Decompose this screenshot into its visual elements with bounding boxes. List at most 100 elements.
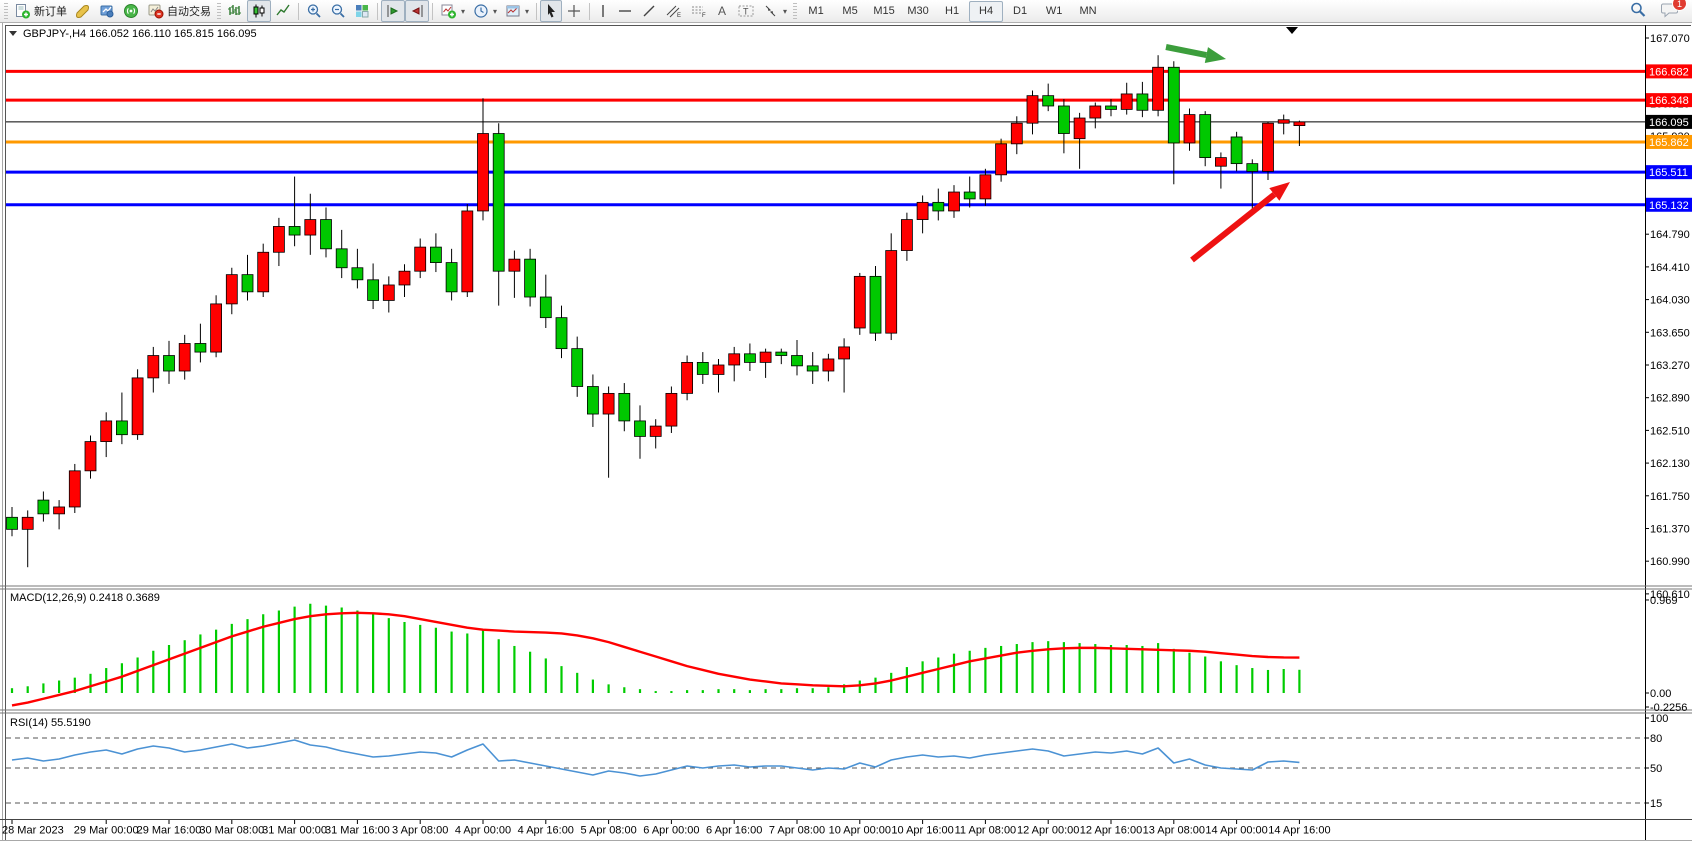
time-tick-label: 3 Apr 08:00 <box>392 825 448 837</box>
text-tool-button[interactable]: A <box>711 0 733 22</box>
price-tick-label: 162.510 <box>1650 425 1690 437</box>
candle-body <box>164 356 175 371</box>
vertical-line-tool-button[interactable] <box>593 0 613 22</box>
crosshair-tool-button[interactable] <box>562 0 586 22</box>
candle-body <box>1247 164 1258 172</box>
candle-body <box>949 192 960 211</box>
time-tick-label: 14 Apr 00:00 <box>1205 825 1267 837</box>
svg-text:A: A <box>718 4 726 18</box>
market-watch-button[interactable] <box>71 0 95 22</box>
time-tick-label: 29 Mar 00:00 <box>74 825 139 837</box>
signal-icon <box>123 3 139 19</box>
timeframe-button-m5[interactable]: M5 <box>833 1 867 22</box>
chart-shift-button[interactable] <box>405 0 429 22</box>
price-tick-label: 162.130 <box>1650 458 1690 470</box>
candle <box>682 356 693 401</box>
templates-button[interactable]: ▾ <box>501 0 533 22</box>
candle-body <box>572 349 583 387</box>
new-order-button[interactable]: 新订单 <box>10 0 71 22</box>
signals-button[interactable] <box>119 0 143 22</box>
equidistant-channel-tool-button[interactable]: E <box>661 0 686 22</box>
horizontal-line-tool-button[interactable] <box>613 0 637 22</box>
timeframe-button-m1[interactable]: M1 <box>799 1 833 22</box>
candle-body <box>823 359 834 371</box>
candle-body <box>383 285 394 300</box>
timeframe-button-m15[interactable]: M15 <box>867 1 901 22</box>
arrows-tool-button[interactable]: ▾ <box>759 0 791 22</box>
candlestick-icon <box>251 3 267 19</box>
timeframe-toolbar: M1M5M15M30H1H4D1W1MN <box>799 1 1105 22</box>
rsi-axis-label: 100 <box>1650 713 1668 725</box>
candle-body <box>1184 115 1195 143</box>
line-chart-icon <box>275 3 291 19</box>
chevron-down-icon: ▾ <box>461 7 465 16</box>
indicators-button[interactable]: ▾ <box>436 0 469 22</box>
time-tick-label: 31 Mar 16:00 <box>325 825 390 837</box>
data-window-button[interactable] <box>95 0 119 22</box>
price-tick-label: 163.650 <box>1650 327 1690 339</box>
time-tick-label: 6 Apr 00:00 <box>643 825 699 837</box>
price-tick-label: 161.370 <box>1650 523 1690 535</box>
candle-body <box>116 421 127 435</box>
toolbar-drag-handle[interactable] <box>4 3 8 19</box>
macd-label: MACD(12,26,9) 0.2418 0.3689 <box>10 592 160 604</box>
timeframe-button-m30[interactable]: M30 <box>901 1 935 22</box>
price-tick-label: 161.750 <box>1650 491 1690 503</box>
timeframe-button-d1[interactable]: D1 <box>1003 1 1037 22</box>
tile-windows-button[interactable] <box>350 0 374 22</box>
candle-body <box>69 471 80 507</box>
svg-text:F: F <box>702 13 706 19</box>
chart-shift-icon <box>409 3 425 19</box>
chart-canvas: 167.070166.690166.310165.930165.550165.1… <box>0 23 1692 847</box>
notifications-button[interactable]: 1 <box>1661 1 1680 21</box>
candlestick-mode-button[interactable] <box>247 0 271 22</box>
toolbar-drag-handle[interactable] <box>217 3 221 19</box>
zoom-in-button[interactable] <box>302 0 326 22</box>
candle <box>132 369 143 440</box>
periods-button[interactable]: ▾ <box>469 0 501 22</box>
chart-window: 167.070166.690166.310165.930165.550165.1… <box>0 23 1692 847</box>
bar-chart-mode-button[interactable] <box>223 0 247 22</box>
trendline-icon <box>641 3 657 19</box>
candle <box>69 464 80 513</box>
timeframe-button-h4[interactable]: H4 <box>969 1 1003 22</box>
candle-body <box>1168 67 1179 143</box>
price-tick-label: 167.070 <box>1650 33 1690 45</box>
price-hline-label: 166.682 <box>1649 66 1689 78</box>
time-tick-label: 4 Apr 00:00 <box>455 825 511 837</box>
line-chart-mode-button[interactable] <box>271 0 295 22</box>
candle-body <box>729 354 740 365</box>
auto-trading-button[interactable]: 自动交易 <box>143 0 215 22</box>
search-icon[interactable] <box>1629 1 1647 22</box>
time-tick-label: 12 Apr 16:00 <box>1080 825 1142 837</box>
time-tick-label: 10 Apr 16:00 <box>891 825 953 837</box>
zoom-out-button[interactable] <box>326 0 350 22</box>
candle-body <box>901 220 912 251</box>
notification-badge: 1 <box>1672 0 1687 11</box>
chart-title: GBPJPY-,H4 166.052 166.110 165.815 166.0… <box>23 28 257 40</box>
cursor-tool-button[interactable] <box>540 0 562 22</box>
auto-trading-label: 自动交易 <box>167 3 211 19</box>
fibonacci-icon: F <box>690 3 707 19</box>
timeframe-button-mn[interactable]: MN <box>1071 1 1105 22</box>
candle-body <box>101 421 112 442</box>
trendline-tool-button[interactable] <box>637 0 661 22</box>
fibonacci-tool-button[interactable]: F <box>686 0 711 22</box>
timeframe-button-w1[interactable]: W1 <box>1037 1 1071 22</box>
candle-body <box>917 202 928 219</box>
candle-body <box>195 343 206 352</box>
main-toolbar: 新订单 自动交易 ▾ ▾ <box>0 0 1692 23</box>
price-tick-label: 160.990 <box>1650 556 1690 568</box>
candle <box>1263 121 1274 180</box>
toolbar-drag-handle[interactable] <box>793 3 797 19</box>
timeframe-button-h1[interactable]: H1 <box>935 1 969 22</box>
auto-scroll-button[interactable] <box>381 0 405 22</box>
candle-body <box>1090 106 1101 118</box>
candle-body <box>697 362 708 374</box>
text-label-tool-button[interactable]: T <box>733 0 759 22</box>
candle-body <box>1043 96 1054 106</box>
text-label-icon: T <box>737 3 755 19</box>
candle <box>211 295 222 357</box>
new-order-icon <box>14 3 31 19</box>
time-tick-label: 12 Apr 00:00 <box>1017 825 1079 837</box>
